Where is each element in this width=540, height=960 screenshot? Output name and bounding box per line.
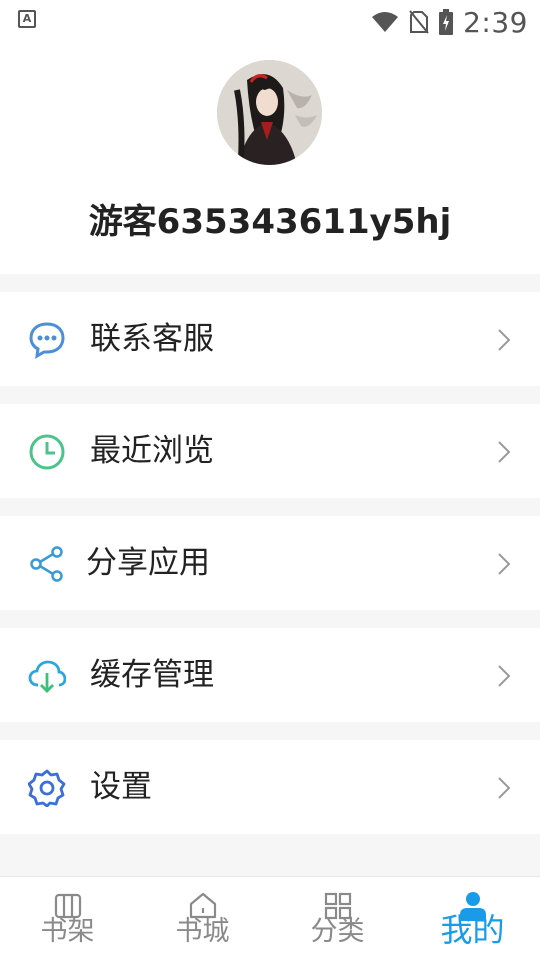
battery-charging-icon: [439, 9, 454, 35]
menu-item-recent-browsing[interactable]: 最近浏览: [0, 404, 540, 498]
gear-icon: [28, 769, 66, 807]
bottom-nav: 书架 书城 分类 我的: [0, 876, 540, 960]
menu-item-cache-management[interactable]: 缓存管理: [0, 628, 540, 722]
share-icon: [28, 545, 66, 583]
chevron-right-icon: [496, 328, 512, 352]
nav-item-mine[interactable]: 我的: [405, 877, 540, 960]
chevron-right-icon: [496, 552, 512, 576]
nav-item-bookshelf[interactable]: 书架: [0, 877, 135, 960]
chevron-right-icon: [496, 440, 512, 464]
nav-label: 分类: [310, 916, 365, 947]
menu-item-label: 最近浏览: [90, 433, 214, 469]
chevron-right-icon: [496, 776, 512, 800]
menu-item-label: 联系客服: [90, 321, 214, 357]
chevron-right-icon: [496, 664, 512, 688]
status-icons: 2:39: [371, 0, 528, 44]
no-sim-icon: [409, 10, 429, 34]
nav-label: 我的: [440, 911, 505, 949]
avatar[interactable]: [217, 60, 322, 165]
clock-icon: [28, 433, 66, 471]
keyboard-a-icon: A: [18, 10, 36, 28]
menu-item-share-app[interactable]: 分享应用: [0, 516, 540, 610]
wifi-icon: [371, 11, 399, 33]
nav-item-category[interactable]: 分类: [270, 877, 405, 960]
username: 游客635343611y5hj: [88, 202, 452, 242]
chat-bubble-icon: [28, 321, 66, 359]
menu-item-label: 缓存管理: [90, 657, 214, 693]
menu-item-customer-service[interactable]: 联系客服: [0, 292, 540, 386]
cloud-download-icon: [28, 657, 66, 695]
status-time: 2:39: [463, 5, 528, 39]
profile-header: 游客635343611y5hj: [0, 44, 540, 274]
nav-item-bookstore[interactable]: 书城: [135, 877, 270, 960]
menu-item-label: 设置: [90, 769, 152, 805]
nav-label: 书城: [175, 916, 230, 947]
menu-item-label: 分享应用: [86, 545, 210, 581]
status-bar: A 2:39: [0, 0, 540, 44]
menu-item-settings[interactable]: 设置: [0, 740, 540, 834]
nav-label: 书架: [40, 916, 95, 947]
